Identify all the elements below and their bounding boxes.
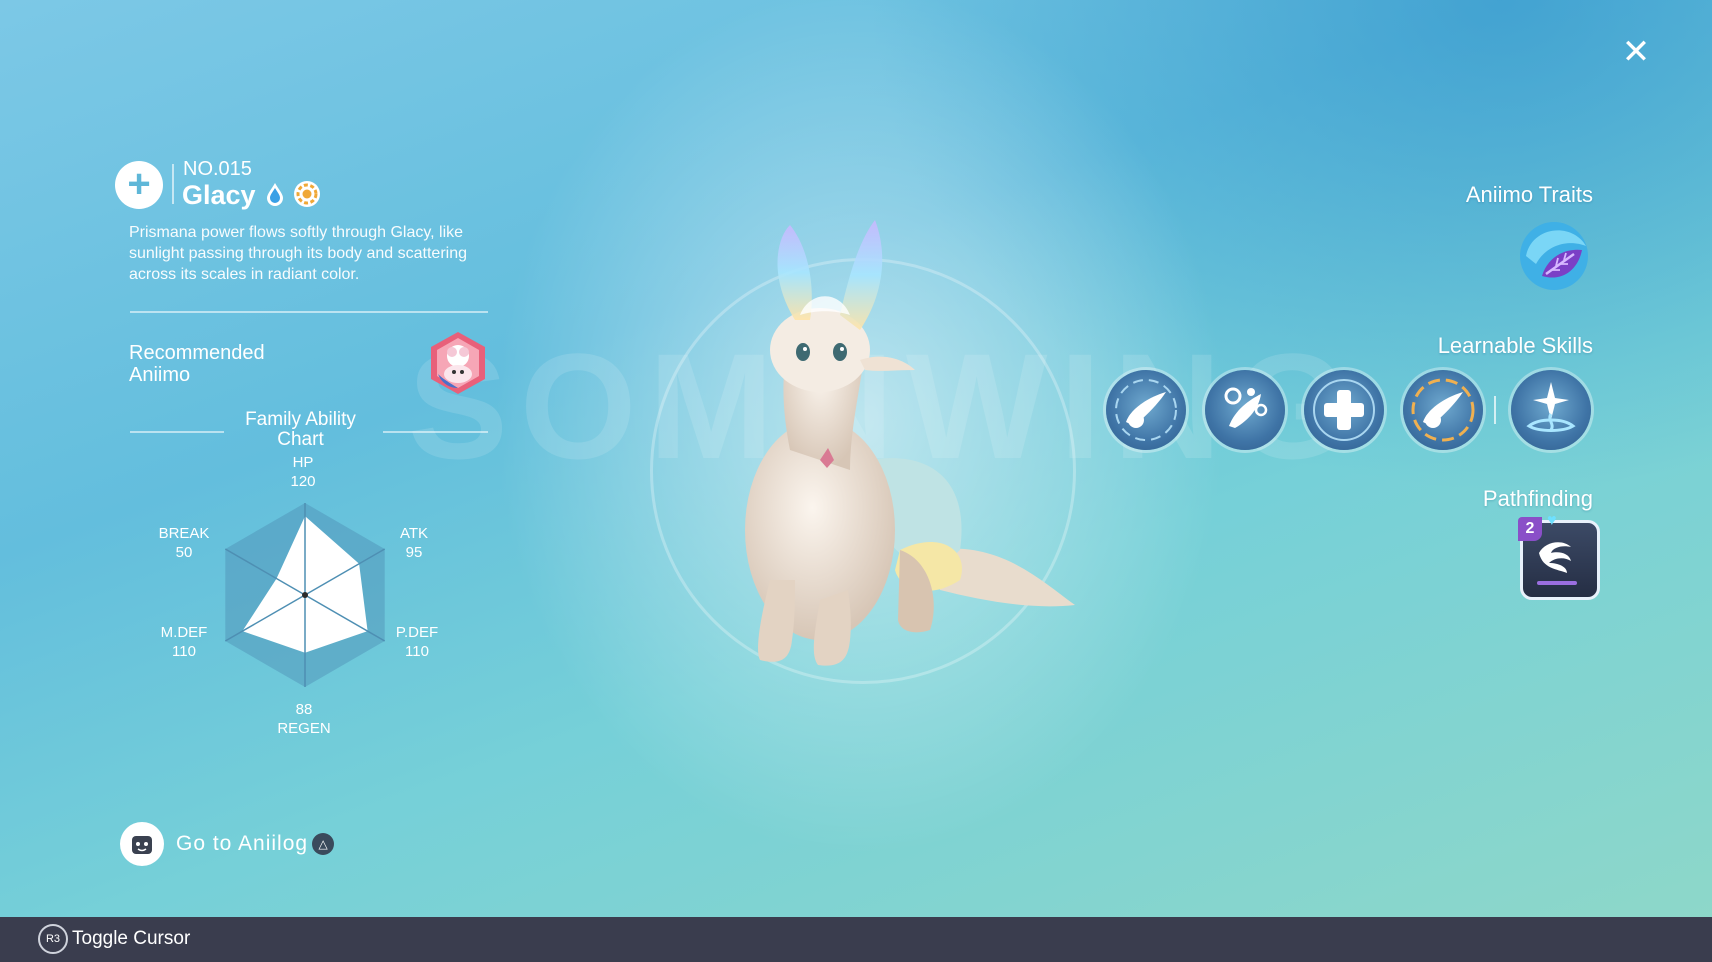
family-chart-title: Family Ability Chart xyxy=(245,409,356,450)
go-to-aniilog-button[interactable]: Go to Aniilog △ xyxy=(120,822,335,866)
toggle-cursor-label: Toggle Cursor xyxy=(72,928,191,949)
comet-skill-icon[interactable] xyxy=(1106,370,1186,450)
chart-divider-right xyxy=(383,431,488,433)
stat-value: 120 xyxy=(290,473,316,490)
radar-center xyxy=(302,592,308,598)
heal-skill-icon[interactable] xyxy=(1304,370,1384,450)
flame-comet-skill-icon[interactable] xyxy=(1403,370,1483,450)
header-divider xyxy=(172,164,174,204)
pathfinding-title: Pathfinding xyxy=(1482,486,1593,511)
family-ability-radar xyxy=(224,503,386,687)
heart-icon: ♥ xyxy=(1547,512,1557,529)
water-drop-icon xyxy=(267,183,283,206)
skills-title: Learnable Skills xyxy=(1437,333,1593,358)
creature-number: NO.015 xyxy=(183,158,252,180)
stat-regen: 88 REGEN xyxy=(269,700,339,738)
recommended-title: Recommended Aniimo xyxy=(129,342,265,386)
traits-title: Aniimo Traits xyxy=(1465,182,1593,207)
creature-description: Prismana power flows softly through Glac… xyxy=(129,224,467,283)
stat-hp: HP 120 xyxy=(268,453,338,491)
sun-gear-icon xyxy=(294,181,320,207)
add-to-team-button[interactable]: + xyxy=(115,161,163,209)
aniilog-icon xyxy=(120,822,164,866)
triangle-button-icon: △ xyxy=(312,833,335,855)
description-divider xyxy=(130,311,488,313)
creature-name: Glacy xyxy=(182,180,256,210)
recommended-aniimo-icon[interactable] xyxy=(428,330,488,396)
stat-label: HP xyxy=(292,454,314,471)
stat-value: 88 xyxy=(295,701,313,718)
stat-label: REGEN xyxy=(277,720,331,737)
skills-separator xyxy=(1494,396,1496,424)
chart-divider-left xyxy=(130,431,224,433)
toggle-cursor-button[interactable]: R3 Toggle Cursor xyxy=(38,924,190,954)
pathfinding-level-badge: 2 xyxy=(1518,517,1542,541)
creature-model xyxy=(745,220,1075,666)
trait-leaf-icon[interactable] xyxy=(1512,216,1594,294)
bubble-skill-icon[interactable] xyxy=(1205,370,1285,450)
close-button[interactable]: ✕ xyxy=(1618,34,1654,70)
r3-button-icon: R3 xyxy=(38,924,68,954)
ice-burst-skill-icon[interactable] xyxy=(1511,370,1591,450)
aniilog-label: Go to Aniilog xyxy=(176,832,309,855)
bottom-bar xyxy=(0,917,1712,962)
